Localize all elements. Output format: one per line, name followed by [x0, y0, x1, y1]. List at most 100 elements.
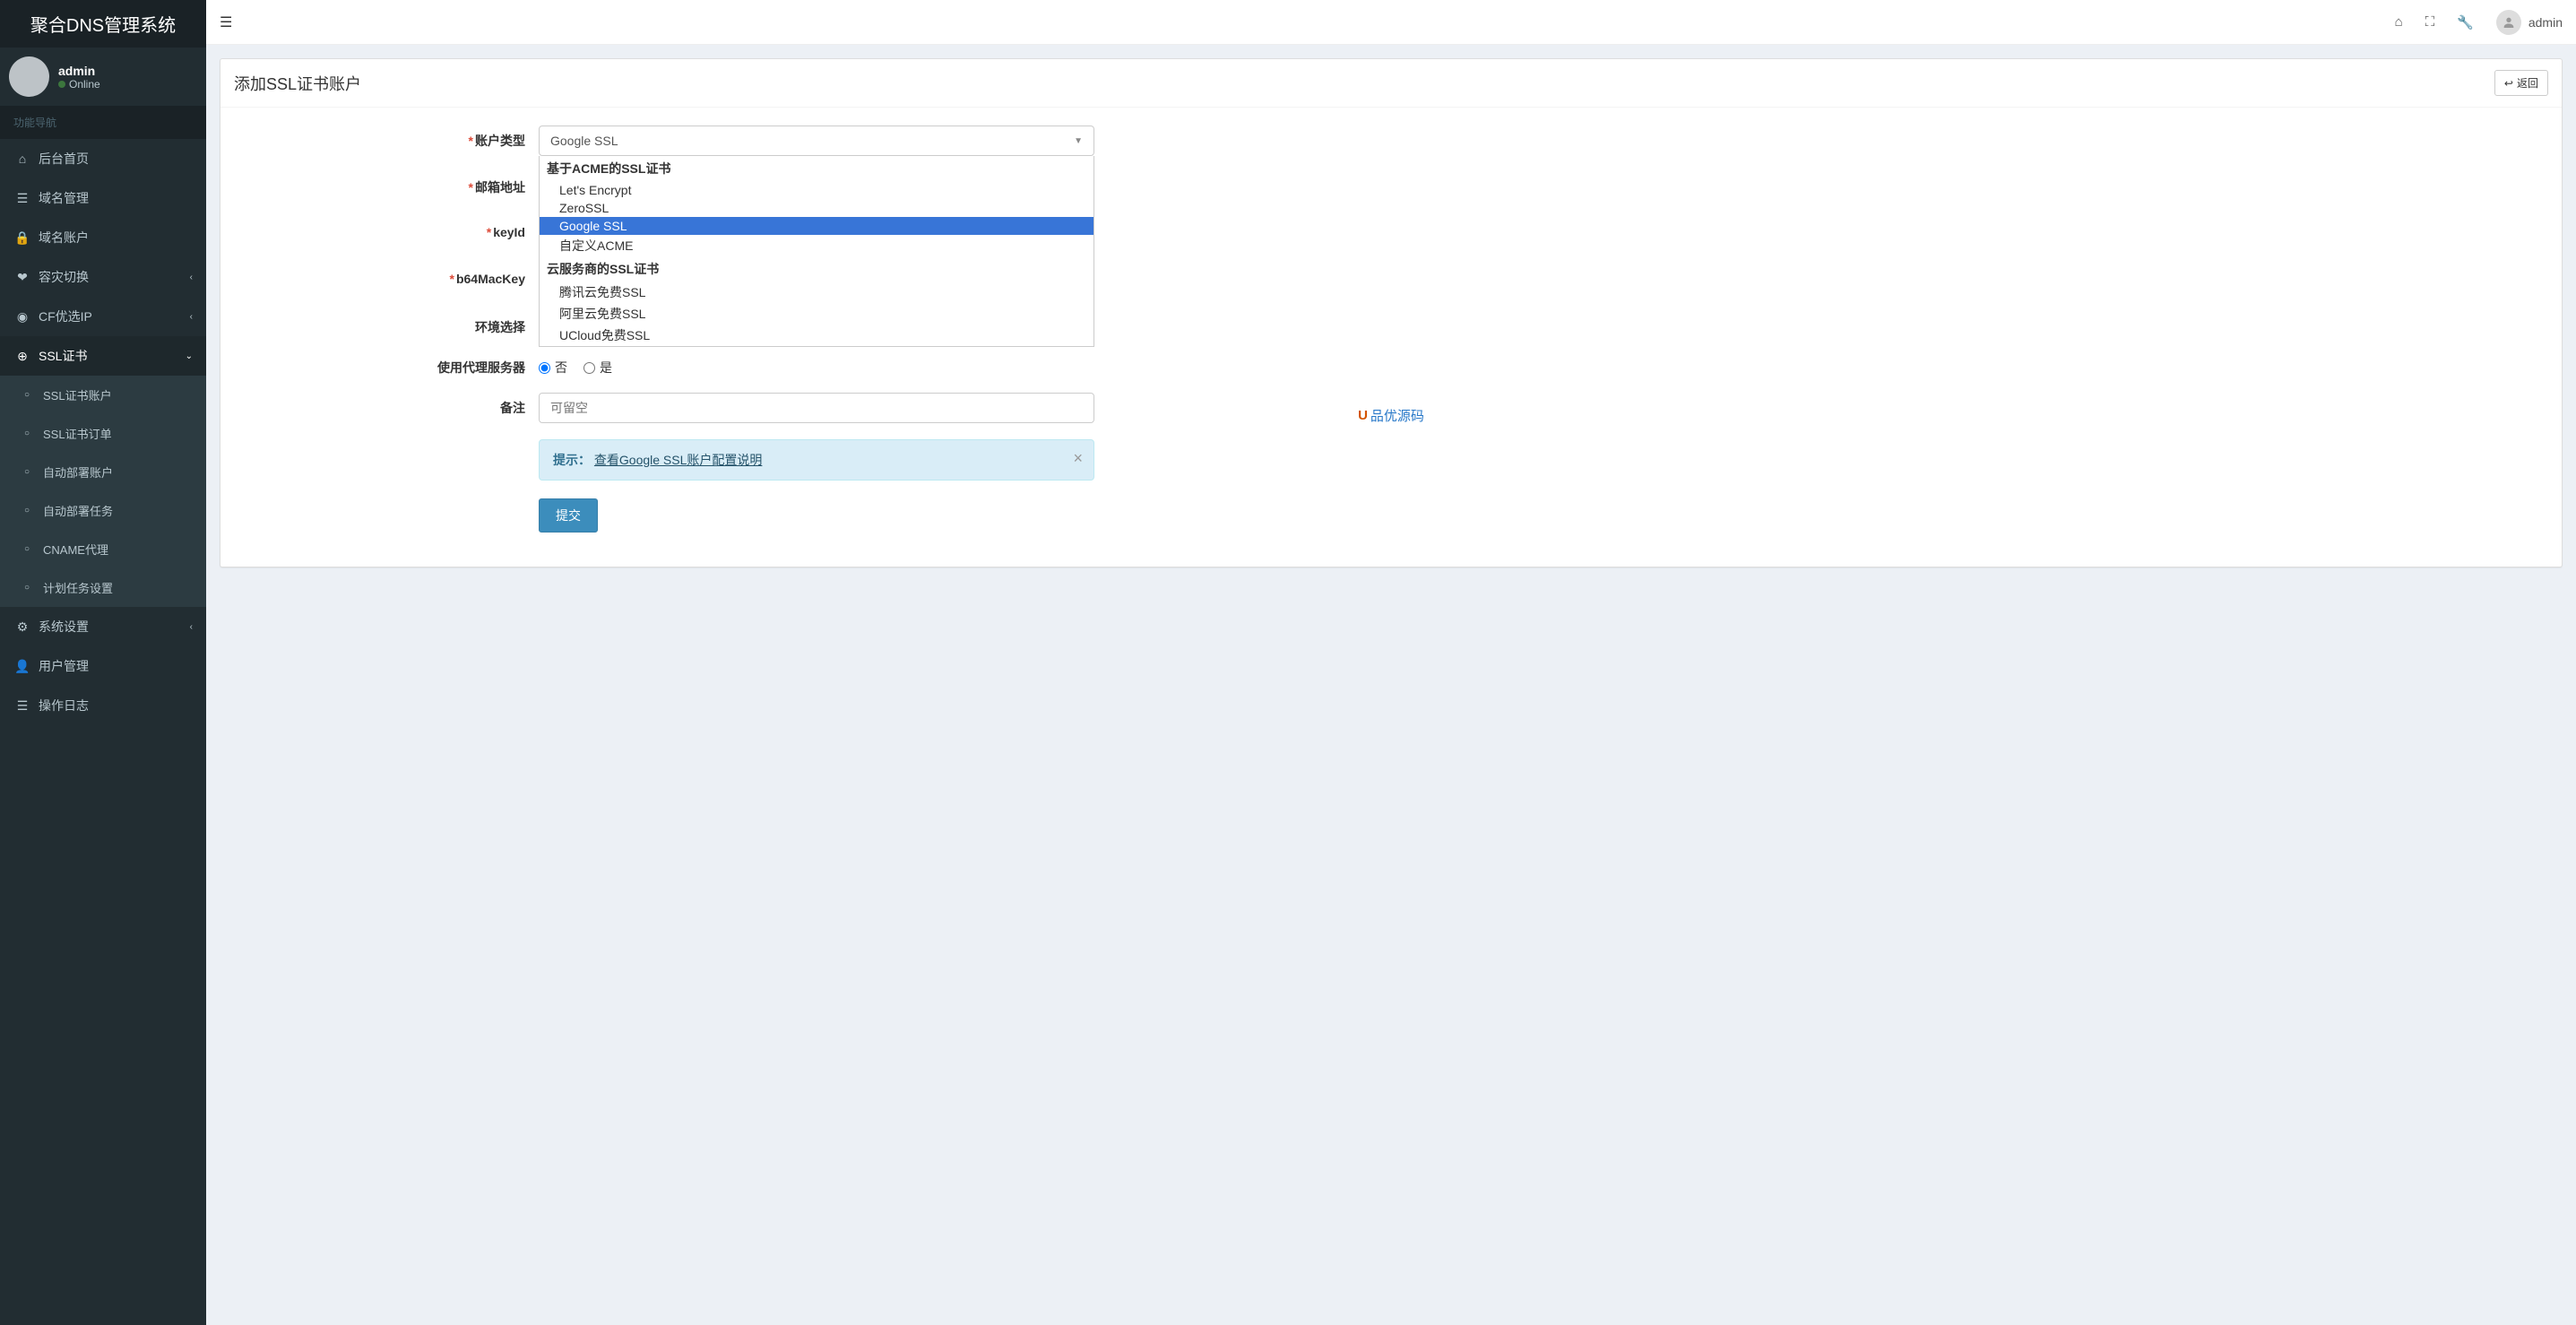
- proxy-radio-yes-input[interactable]: [583, 362, 595, 374]
- chevron-left-icon: ‹: [190, 622, 193, 632]
- home-icon: ⌂: [13, 152, 31, 166]
- reply-icon: ↩: [2504, 77, 2513, 90]
- nav-ssl-account-label: SSL证书账户: [43, 386, 112, 403]
- account-type-dropdown: 基于ACME的SSL证书 Let's Encrypt ZeroSSL Googl…: [539, 156, 1094, 347]
- user-panel: admin Online: [0, 48, 206, 106]
- back-button[interactable]: ↩ 返回: [2494, 70, 2548, 96]
- nav-home[interactable]: ⌂ 后台首页: [0, 139, 206, 178]
- option-custom-acme[interactable]: 自定义ACME: [540, 235, 1094, 256]
- nav-ssl-cert-label: SSL证书: [39, 347, 87, 365]
- nav-home-label: 后台首页: [39, 150, 89, 168]
- user-name: admin: [58, 64, 100, 78]
- hint-alert: 提示： 查看Google SSL账户配置说明 ×: [539, 439, 1094, 481]
- box-body: U品优源码 *账户类型 Google SSL ▼ 基于ACME的SSL证书 Le…: [220, 108, 2562, 567]
- account-type-select[interactable]: Google SSL ▼: [539, 126, 1094, 156]
- nav-domain-account-label: 域名账户: [39, 229, 89, 247]
- nav-domain-mgmt[interactable]: ☰ 域名管理: [0, 178, 206, 218]
- circle-icon: ○: [18, 429, 36, 438]
- user-status-text: Online: [69, 78, 100, 91]
- nav-domain-mgmt-label: 域名管理: [39, 189, 89, 207]
- nav-system[interactable]: ⚙ 系统设置 ‹: [0, 607, 206, 646]
- proxy-label: 使用代理服务器: [234, 352, 539, 377]
- page-title: 添加SSL证书账户: [234, 72, 361, 95]
- dropdown-group-cloud: 云服务商的SSL证书: [540, 256, 1094, 281]
- close-icon[interactable]: ×: [1073, 449, 1083, 468]
- avatar-icon: [2496, 10, 2521, 35]
- fullscreen-icon[interactable]: ⛶: [2425, 14, 2435, 30]
- lock-icon: 🔒: [13, 230, 31, 246]
- option-aliyun-ssl[interactable]: 阿里云免费SSL: [540, 303, 1094, 325]
- topbar: ☰ ⌂ ⛶ 🔧 admin: [206, 0, 2576, 45]
- box-header: 添加SSL证书账户 ↩ 返回: [220, 59, 2562, 108]
- nav-user-mgmt[interactable]: 👤 用户管理: [0, 646, 206, 686]
- nav-deploy-task[interactable]: ○自动部署任务: [0, 491, 206, 530]
- submit-button[interactable]: 提交: [539, 498, 598, 533]
- status-dot-icon: [58, 81, 65, 88]
- remark-input[interactable]: [539, 393, 1094, 423]
- list-icon: ☰: [13, 698, 31, 714]
- form-box: 添加SSL证书账户 ↩ 返回 U品优源码 *账户类型 Google SSL ▼: [220, 58, 2563, 567]
- nav-domain-account[interactable]: 🔒 域名账户: [0, 218, 206, 257]
- nav-cron-label: 计划任务设置: [43, 579, 113, 596]
- mackey-label: *b64MacKey: [234, 265, 539, 286]
- keyid-label: *keyId: [234, 219, 539, 239]
- alert-link[interactable]: 查看Google SSL账户配置说明: [594, 451, 763, 469]
- topbar-user-name: admin: [2528, 15, 2563, 30]
- proxy-radio-yes-label: 是: [600, 359, 612, 377]
- option-letsencrypt[interactable]: Let's Encrypt: [540, 181, 1094, 199]
- nav-cname-proxy[interactable]: ○ CNAME代理: [0, 530, 206, 568]
- account-type-label: *账户类型: [234, 126, 539, 150]
- nav-oplog-label: 操作日志: [39, 697, 89, 714]
- heart-icon: ❤: [13, 270, 31, 285]
- nav-ssl-cert[interactable]: ⊕ SSL证书 ⌄: [0, 336, 206, 376]
- nav-ssl-order-label: SSL证书订单: [43, 425, 112, 442]
- home-icon[interactable]: ⌂: [2395, 14, 2403, 30]
- gears-icon: ⚙: [13, 619, 31, 635]
- chevron-left-icon: ‹: [190, 273, 193, 282]
- chevron-down-icon: ⌄: [186, 351, 193, 361]
- nav-ssl-account[interactable]: ○ SSL证书账户: [0, 376, 206, 414]
- wrench-icon[interactable]: 🔧: [2457, 14, 2474, 30]
- nav-deploy-account-label: 自动部署账户: [43, 463, 113, 481]
- list-icon: ☰: [13, 191, 31, 206]
- option-zerossl[interactable]: ZeroSSL: [540, 199, 1094, 217]
- option-ucloud-ssl[interactable]: UCloud免费SSL: [540, 325, 1094, 346]
- hamburger-icon[interactable]: ☰: [220, 13, 232, 31]
- circle-icon: ○: [18, 583, 36, 593]
- circle-icon: ○: [18, 544, 36, 554]
- remark-label: 备注: [234, 393, 539, 417]
- option-tencent-ssl[interactable]: 腾讯云免费SSL: [540, 281, 1094, 303]
- nav-cron[interactable]: ○ 计划任务设置: [0, 568, 206, 607]
- topbar-user[interactable]: admin: [2496, 10, 2563, 35]
- globe-icon: ◉: [13, 309, 31, 325]
- nav-deploy-task-label: 自动部署任务: [43, 502, 113, 519]
- nav-failover[interactable]: ❤ 容灾切换 ‹: [0, 257, 206, 297]
- user-status: Online: [58, 78, 100, 91]
- nav-user-mgmt-label: 用户管理: [39, 657, 89, 675]
- dropdown-group-acme: 基于ACME的SSL证书: [540, 156, 1094, 181]
- circle-icon: ○: [18, 390, 36, 400]
- nav-failover-label: 容灾切换: [39, 268, 89, 286]
- nav-oplog[interactable]: ☰ 操作日志: [0, 686, 206, 725]
- app-logo: 聚合DNS管理系统: [0, 0, 206, 48]
- sidebar: 聚合DNS管理系统 admin Online 功能导航 ⌂ 后台首页 ☰ 域名管…: [0, 0, 206, 1325]
- main: ☰ ⌂ ⛶ 🔧 admin 添加SSL证书账户 ↩: [206, 0, 2576, 1325]
- user-icon: 👤: [13, 659, 31, 674]
- proxy-radio-no-input[interactable]: [539, 362, 550, 374]
- nav-cf-ip[interactable]: ◉ CF优选IP ‹: [0, 297, 206, 336]
- email-label: *邮箱地址: [234, 172, 539, 196]
- nav-deploy-account[interactable]: ○自动部署账户: [0, 453, 206, 491]
- alert-prefix: 提示：: [553, 451, 591, 469]
- proxy-radio-yes[interactable]: 是: [583, 359, 612, 377]
- option-google-ssl[interactable]: Google SSL: [540, 217, 1094, 235]
- env-label: 环境选择: [234, 312, 539, 336]
- nav-ssl-submenu: ○SSL证书账户 ○SSL证书订单 ○自动部署账户 ○自动部署任务 ○CNAME…: [0, 376, 206, 607]
- proxy-radio-no[interactable]: 否: [539, 359, 567, 377]
- shield-icon: ⊕: [13, 349, 31, 364]
- nav-cf-ip-label: CF优选IP: [39, 307, 92, 325]
- nav-system-label: 系统设置: [39, 618, 89, 636]
- content: 添加SSL证书账户 ↩ 返回 U品优源码 *账户类型 Google SSL ▼: [206, 45, 2576, 581]
- nav-cname-proxy-label: CNAME代理: [43, 541, 108, 558]
- nav-ssl-order[interactable]: ○ SSL证书订单: [0, 414, 206, 453]
- back-button-label: 返回: [2517, 75, 2538, 91]
